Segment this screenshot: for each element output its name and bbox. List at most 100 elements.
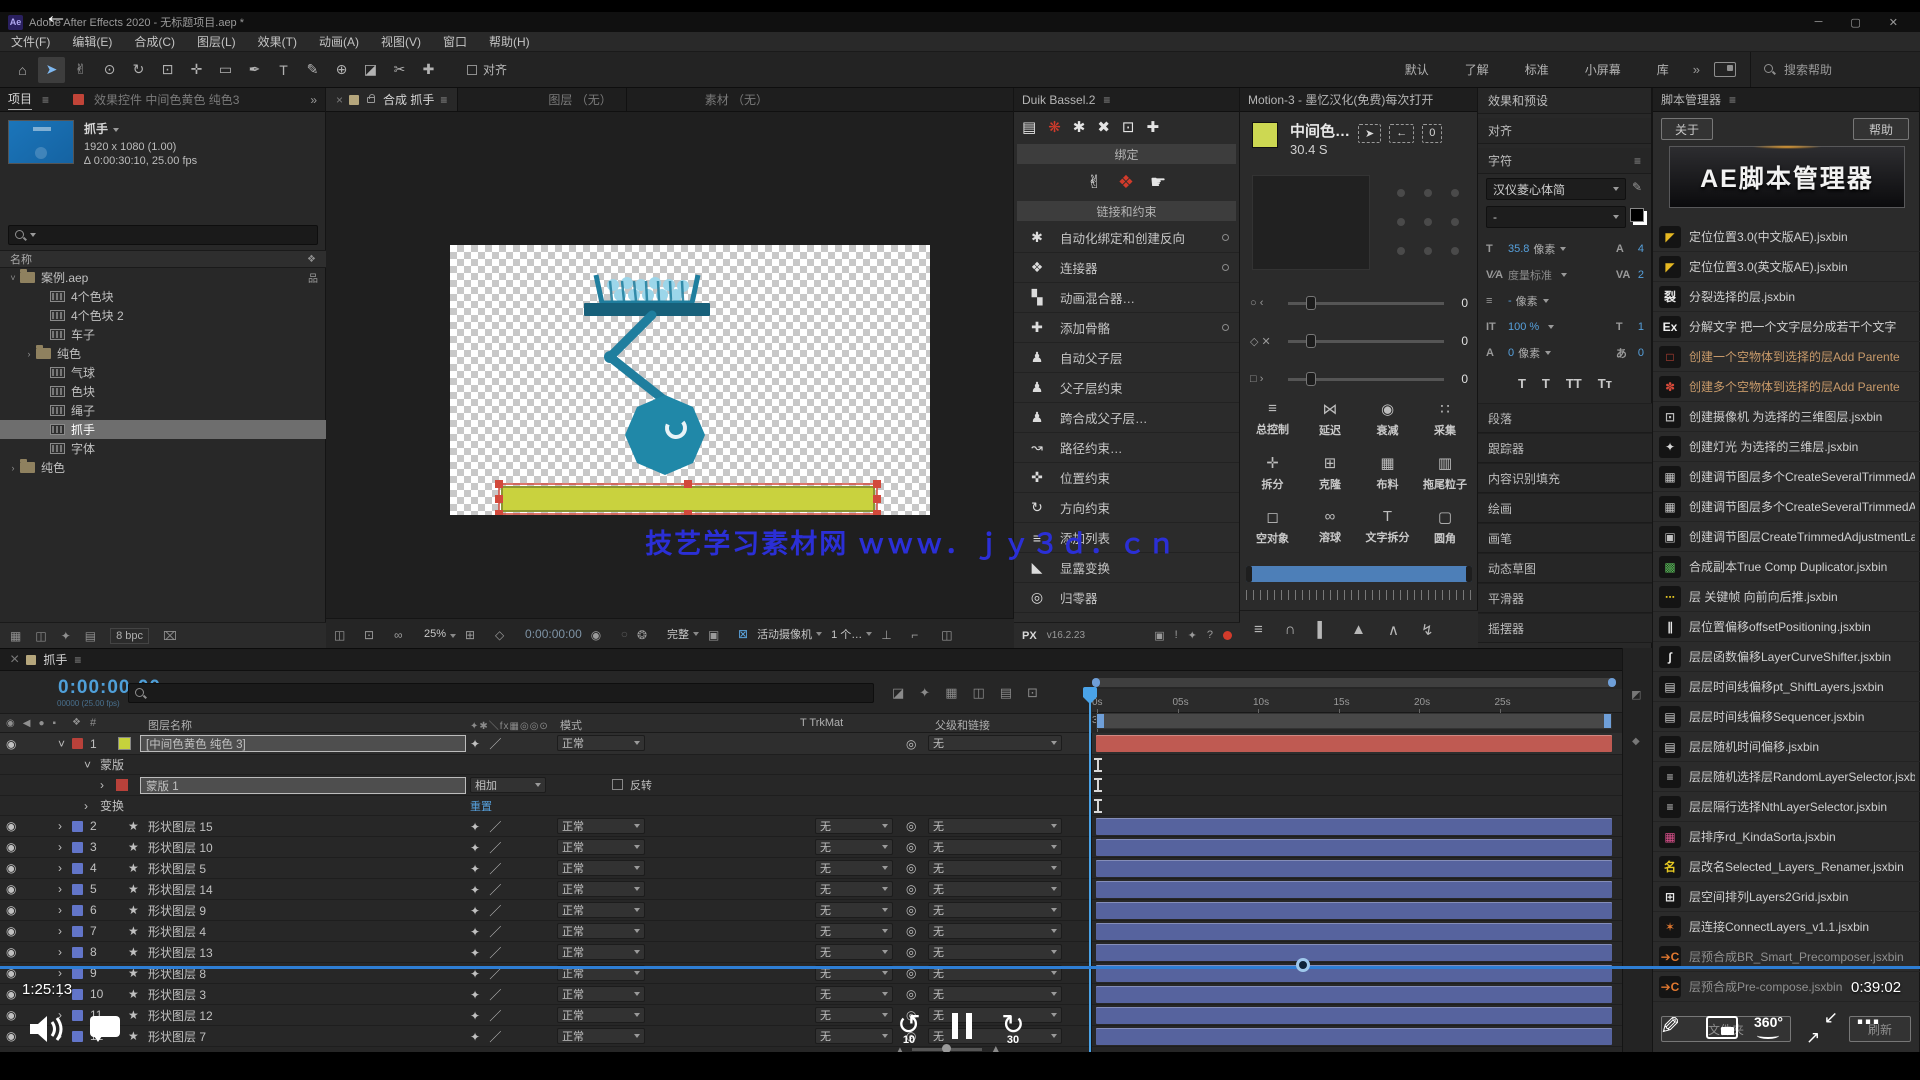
project-item[interactable]: › 纯色 <box>0 344 326 363</box>
layer-row[interactable]: ◉› 2 ★ 形状图层 15 ✦ ／ 正常 无 ◎ 无 <box>0 816 1622 837</box>
layer-row[interactable]: ◉› 8 ★ 形状图层 13 ✦ ／ 正常 无 ◎ 无 <box>0 942 1622 963</box>
anchor-grid[interactable] <box>1388 178 1468 266</box>
tool-button[interactable]: ✒ <box>241 57 268 83</box>
mask-row[interactable]: › 蒙版 1 相加 反转 <box>0 775 1622 796</box>
duik-tool-icon[interactable]: ☛ <box>1150 172 1166 193</box>
footer-icon[interactable]: ▦ <box>10 629 21 643</box>
parent-select[interactable]: 无 <box>928 860 1062 876</box>
mode-select[interactable]: 正常 <box>557 735 645 751</box>
work-area-bar[interactable] <box>1096 713 1612 729</box>
project-item[interactable]: 绳子 <box>0 401 326 420</box>
motion-bottom-icon[interactable]: ∩ <box>1285 621 1296 638</box>
timeline-icon[interactable]: ◫ <box>973 685 985 701</box>
tab-layer[interactable]: 图层 （无） <box>534 88 626 111</box>
layer-duration-bar[interactable] <box>1096 735 1612 752</box>
script-item[interactable]: Ex 分解文字 把一个文字层分成若干个文字 <box>1653 312 1920 342</box>
script-item[interactable]: ◤ 定位位置3.0(英文版AE).jsxbin <box>1653 252 1920 282</box>
help-button[interactable]: 帮助 <box>1853 118 1909 140</box>
font-style-select[interactable]: - <box>1486 206 1626 228</box>
motion-bottom-icon[interactable]: ▍ <box>1318 621 1330 639</box>
menu-item[interactable]: 编辑(E) <box>61 33 123 50</box>
duik-item[interactable]: ↻ 方向约束 <box>1014 493 1239 523</box>
footer-icon[interactable]: ◫ <box>35 629 46 643</box>
layer-name[interactable]: 形状图层 12 <box>148 1005 213 1025</box>
timeline-icon[interactable]: ⊡ <box>1027 685 1038 701</box>
char-setting-right[interactable]: A4 <box>1616 243 1644 255</box>
slider-track[interactable] <box>1288 302 1444 305</box>
motion-tool[interactable]: ≡ 总控制 <box>1244 400 1301 438</box>
layer-duration-bar[interactable] <box>1096 944 1612 961</box>
pickwhip-icon[interactable]: ◎ <box>906 879 916 899</box>
layer-row[interactable]: ◉› 7 ★ 形状图层 4 ✦ ／ 正常 无 ◎ 无 <box>0 921 1622 942</box>
minimize-button[interactable]: ─ <box>1815 16 1823 29</box>
mode-select[interactable]: 正常 <box>557 986 645 1002</box>
close-tab-icon[interactable]: × <box>336 93 343 107</box>
duik-mode-icon[interactable]: ❋ <box>1048 118 1061 136</box>
collapsed-panel-header[interactable]: 摇摆器 <box>1478 613 1652 643</box>
comp-name[interactable]: 抓手 <box>84 122 108 136</box>
motion-tool[interactable]: ✛ 拆分 <box>1244 454 1301 492</box>
slider-icon[interactable]: ◇ ✕ <box>1250 335 1278 348</box>
eye-column-icon[interactable]: ◉ <box>6 718 15 729</box>
statusbar-item[interactable]: ⌐ <box>911 628 926 639</box>
project-item[interactable]: 4个色块 2 <box>0 306 326 325</box>
lock-icon[interactable] <box>367 97 375 103</box>
slider-track[interactable] <box>1288 378 1444 381</box>
time-ruler[interactable]: 0s05s10s15s20s25s30s <box>1092 689 1622 713</box>
script-item[interactable]: 裂 分裂选择的层.jsxbin <box>1653 282 1920 312</box>
parent-select[interactable]: 无 <box>928 735 1062 751</box>
trkmat-select[interactable]: 无 <box>815 986 893 1002</box>
trkmat-select[interactable]: 无 <box>815 944 893 960</box>
duik-item[interactable]: ↝ 路径约束… <box>1014 433 1239 463</box>
project-item[interactable]: 抓手 <box>0 420 326 439</box>
tool-button[interactable]: ➤ <box>38 57 65 83</box>
menu-item[interactable]: 合成(C) <box>123 33 186 50</box>
collapsed-panel-header[interactable]: 平滑器 <box>1478 583 1652 613</box>
script-item[interactable]: □ 创建一个空物体到选择的层Add Parente <box>1653 342 1920 372</box>
trkmat-select[interactable]: 无 <box>815 923 893 939</box>
parent-select[interactable]: 无 <box>928 923 1062 939</box>
workspace-tab[interactable]: 标准 <box>1525 61 1549 78</box>
layer-row[interactable]: ◉› 3 ★ 形状图层 10 ✦ ／ 正常 无 ◎ 无 <box>0 837 1622 858</box>
statusbar-item[interactable]: 1 个… <box>831 626 872 642</box>
more-options-button[interactable]: ⋯ <box>1856 1008 1880 1037</box>
motion-header-icon[interactable]: ➤ <box>1358 124 1381 143</box>
script-item[interactable]: ▩ 合成副本True Comp Duplicator.jsxbin <box>1653 552 1920 582</box>
char-setting-value[interactable]: 度量标准 <box>1508 267 1552 283</box>
collapsed-panel-header[interactable]: 内容识别填充 <box>1478 463 1652 493</box>
tool-button[interactable]: ✎ <box>299 57 326 83</box>
time-navigator[interactable] <box>1092 678 1616 687</box>
options-dot-icon[interactable] <box>1222 234 1229 241</box>
timeline-tab[interactable]: × 抓手 ≡ <box>0 649 1622 671</box>
duik-item[interactable]: ▚ 动画混合器… <box>1014 283 1239 313</box>
statusbar-item[interactable]: 25% <box>424 628 456 640</box>
duik-item[interactable]: ✚ 添加骨骼 <box>1014 313 1239 343</box>
menu-item[interactable]: 文件(F) <box>0 33 61 50</box>
script-item[interactable]: ∫ 层层函数偏移LayerCurveShifter.jsxbin <box>1653 642 1920 672</box>
duik-title[interactable]: Duik Bassel.2 <box>1022 93 1095 107</box>
trkmat-select[interactable]: 无 <box>815 902 893 918</box>
workspace-tab[interactable]: 库 <box>1657 61 1669 78</box>
close-tab-icon[interactable]: × <box>10 651 19 669</box>
panel-menu-icon[interactable]: ≡ <box>440 93 447 107</box>
player-back-button[interactable]: ← <box>44 2 68 30</box>
motion-tool[interactable]: T 文字拆分 <box>1359 508 1416 546</box>
script-item[interactable]: ✶ 层连接ConnectLayers_v1.1.jsxbin <box>1653 912 1920 942</box>
project-item[interactable]: ˅ 案例.aep 品 <box>0 268 326 287</box>
panel-menu-icon[interactable]: ≡ <box>74 653 81 667</box>
script-item[interactable]: 名 层改名Selected_Layers_Renamer.jsxbin <box>1653 852 1920 882</box>
timeline-icon[interactable]: ◪ <box>892 685 904 701</box>
playhead-line[interactable] <box>1089 689 1091 1052</box>
tab-effect-controls[interactable]: 效果控件 中间色黄色 纯色3 <box>94 91 239 108</box>
parent-column[interactable]: 父级和链接 <box>935 717 990 733</box>
slider-knob[interactable] <box>1306 334 1316 348</box>
tool-button[interactable]: T <box>270 57 297 83</box>
eyedropper-icon[interactable]: ✎ <box>1632 180 1642 194</box>
layer-duration-bar[interactable] <box>1096 860 1612 877</box>
workspace-overflow[interactable]: » <box>1693 62 1700 77</box>
fill-color-swatch[interactable] <box>1630 208 1644 222</box>
project-item[interactable]: 车子 <box>0 325 326 344</box>
mode-select[interactable]: 正常 <box>557 944 645 960</box>
mode-select[interactable]: 正常 <box>557 818 645 834</box>
slider-track[interactable] <box>1288 340 1444 343</box>
